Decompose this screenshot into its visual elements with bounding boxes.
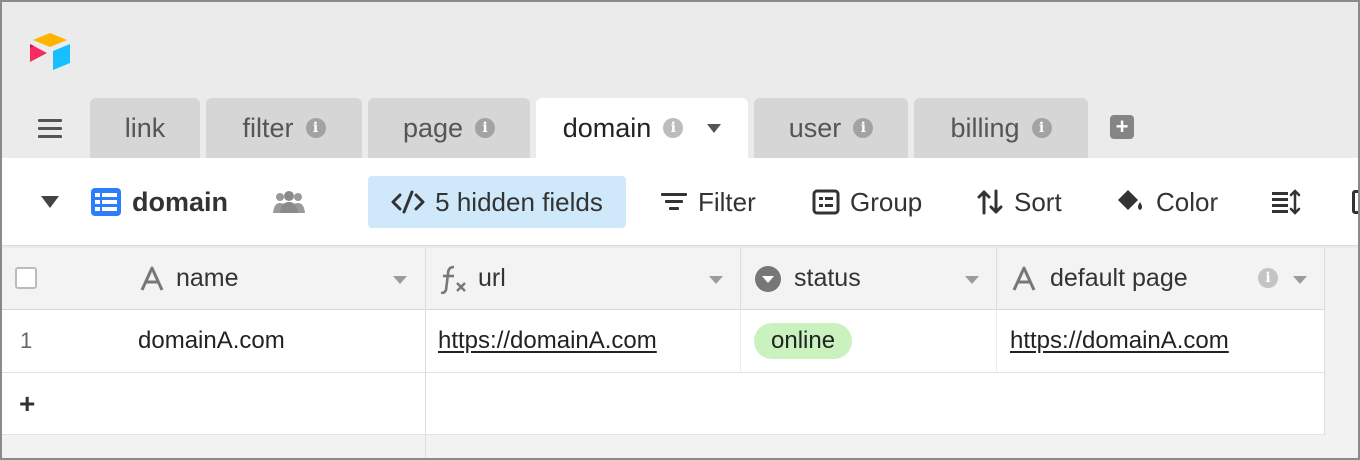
tab-label: filter	[242, 112, 294, 143]
info-icon[interactable]: i	[1031, 118, 1052, 138]
chevron-down-icon[interactable]	[709, 276, 723, 284]
add-row[interactable]: +	[0, 373, 1325, 435]
tab-page[interactable]: page i	[368, 98, 530, 158]
row-height-icon	[1272, 189, 1301, 215]
column-label: default page	[1050, 264, 1188, 292]
chevron-down-icon[interactable]	[1293, 276, 1307, 284]
formula-icon	[440, 265, 466, 294]
color-label: Color	[1156, 186, 1219, 217]
column-header-name[interactable]: name	[140, 248, 239, 309]
tab-billing[interactable]: billing i	[914, 98, 1088, 158]
column-divider	[1324, 248, 1325, 310]
cell-value: domainA.com	[138, 327, 285, 354]
row-height-button[interactable]	[1270, 158, 1302, 246]
filter-icon	[661, 193, 687, 210]
grid-view-icon	[91, 188, 121, 216]
column-divider	[1324, 310, 1325, 373]
cell-status[interactable]: online	[754, 310, 853, 372]
view-name: domain	[132, 186, 229, 217]
color-button[interactable]: Color	[1114, 158, 1218, 246]
views-toggle-icon[interactable]	[41, 196, 59, 208]
column-divider	[425, 373, 426, 435]
column-label: url	[478, 264, 506, 292]
url-link[interactable]: https://domainA.com	[438, 327, 657, 355]
sort-label: Sort	[1014, 186, 1062, 217]
info-icon[interactable]: i	[475, 118, 496, 138]
table-row[interactable]: 1 domainA.com https://domainA.com online…	[0, 310, 1325, 373]
tab-link[interactable]: link	[90, 98, 200, 158]
info-icon[interactable]: i	[663, 118, 684, 138]
hidden-code-icon	[391, 190, 425, 214]
chevron-down-icon[interactable]	[707, 123, 722, 133]
select-all-checkbox[interactable]	[15, 267, 37, 289]
tab-label: link	[124, 112, 166, 143]
tab-label: billing	[950, 112, 1020, 143]
add-table-icon[interactable]: +	[1110, 115, 1134, 139]
column-divider	[996, 310, 997, 373]
status-badge: online	[754, 323, 853, 359]
data-grid: name url status default page i 1 domainA…	[0, 248, 1360, 460]
chevron-down-icon[interactable]	[965, 276, 979, 284]
column-header-default-page[interactable]: default page	[1012, 248, 1188, 309]
row-number: 1	[20, 328, 33, 353]
column-divider	[1324, 373, 1325, 435]
people-icon	[273, 191, 305, 213]
app-header	[0, 0, 1360, 98]
single-select-icon	[755, 265, 781, 292]
group-button[interactable]: Group	[812, 158, 922, 246]
hamburger-menu-icon[interactable]	[36, 117, 64, 139]
hidden-fields-label: 5 hidden fields	[435, 186, 603, 217]
tab-user[interactable]: user i	[754, 98, 908, 158]
column-label: name	[176, 264, 239, 292]
tab-label: page	[402, 112, 464, 143]
grid-header-row: name url status default page i	[0, 248, 1325, 310]
text-icon	[140, 266, 164, 291]
cell-name[interactable]: domainA.com	[138, 310, 285, 372]
tab-domain[interactable]: domain i	[536, 98, 748, 158]
default-page-link[interactable]: https://domainA.com	[1010, 327, 1229, 355]
info-icon[interactable]: i	[1258, 268, 1278, 288]
group-label: Group	[850, 186, 923, 217]
info-icon[interactable]: i	[853, 118, 874, 138]
share-view-icon[interactable]	[1352, 190, 1360, 214]
add-record-button[interactable]: +	[19, 373, 35, 434]
column-divider	[740, 310, 741, 373]
collaborators-button[interactable]	[272, 158, 306, 246]
column-divider	[425, 310, 426, 373]
column-label: status	[794, 264, 861, 292]
tab-filter[interactable]: filter i	[206, 98, 362, 158]
cell-url[interactable]: https://domainA.com	[438, 310, 657, 372]
sort-button[interactable]: Sort	[976, 158, 1062, 246]
tab-label: user	[788, 112, 842, 143]
filter-label: Filter	[698, 186, 756, 217]
info-icon[interactable]: i	[305, 118, 326, 138]
filter-button[interactable]: Filter	[660, 158, 756, 246]
view-switcher[interactable]: domain	[90, 158, 228, 246]
cell-default-page[interactable]: https://domainA.com	[1010, 310, 1229, 372]
text-icon	[1012, 266, 1036, 291]
view-toolbar: domain 5 hidden fields Filter Group Sort…	[0, 158, 1360, 246]
hidden-fields-button[interactable]: 5 hidden fields	[368, 176, 626, 228]
paint-bucket-icon	[1118, 190, 1142, 210]
tab-label: domain	[562, 112, 652, 143]
group-icon	[812, 189, 840, 215]
column-divider	[740, 248, 741, 310]
column-header-url[interactable]: url	[438, 248, 506, 309]
column-divider	[425, 435, 426, 460]
table-tabs: link filter i page i domain i user i bil…	[0, 98, 1360, 158]
chevron-down-icon[interactable]	[393, 276, 407, 284]
column-divider	[425, 248, 426, 310]
airtable-logo-icon[interactable]	[26, 30, 74, 72]
column-header-status[interactable]: status	[754, 248, 861, 309]
column-divider	[996, 248, 997, 310]
sort-icon	[977, 189, 1003, 215]
